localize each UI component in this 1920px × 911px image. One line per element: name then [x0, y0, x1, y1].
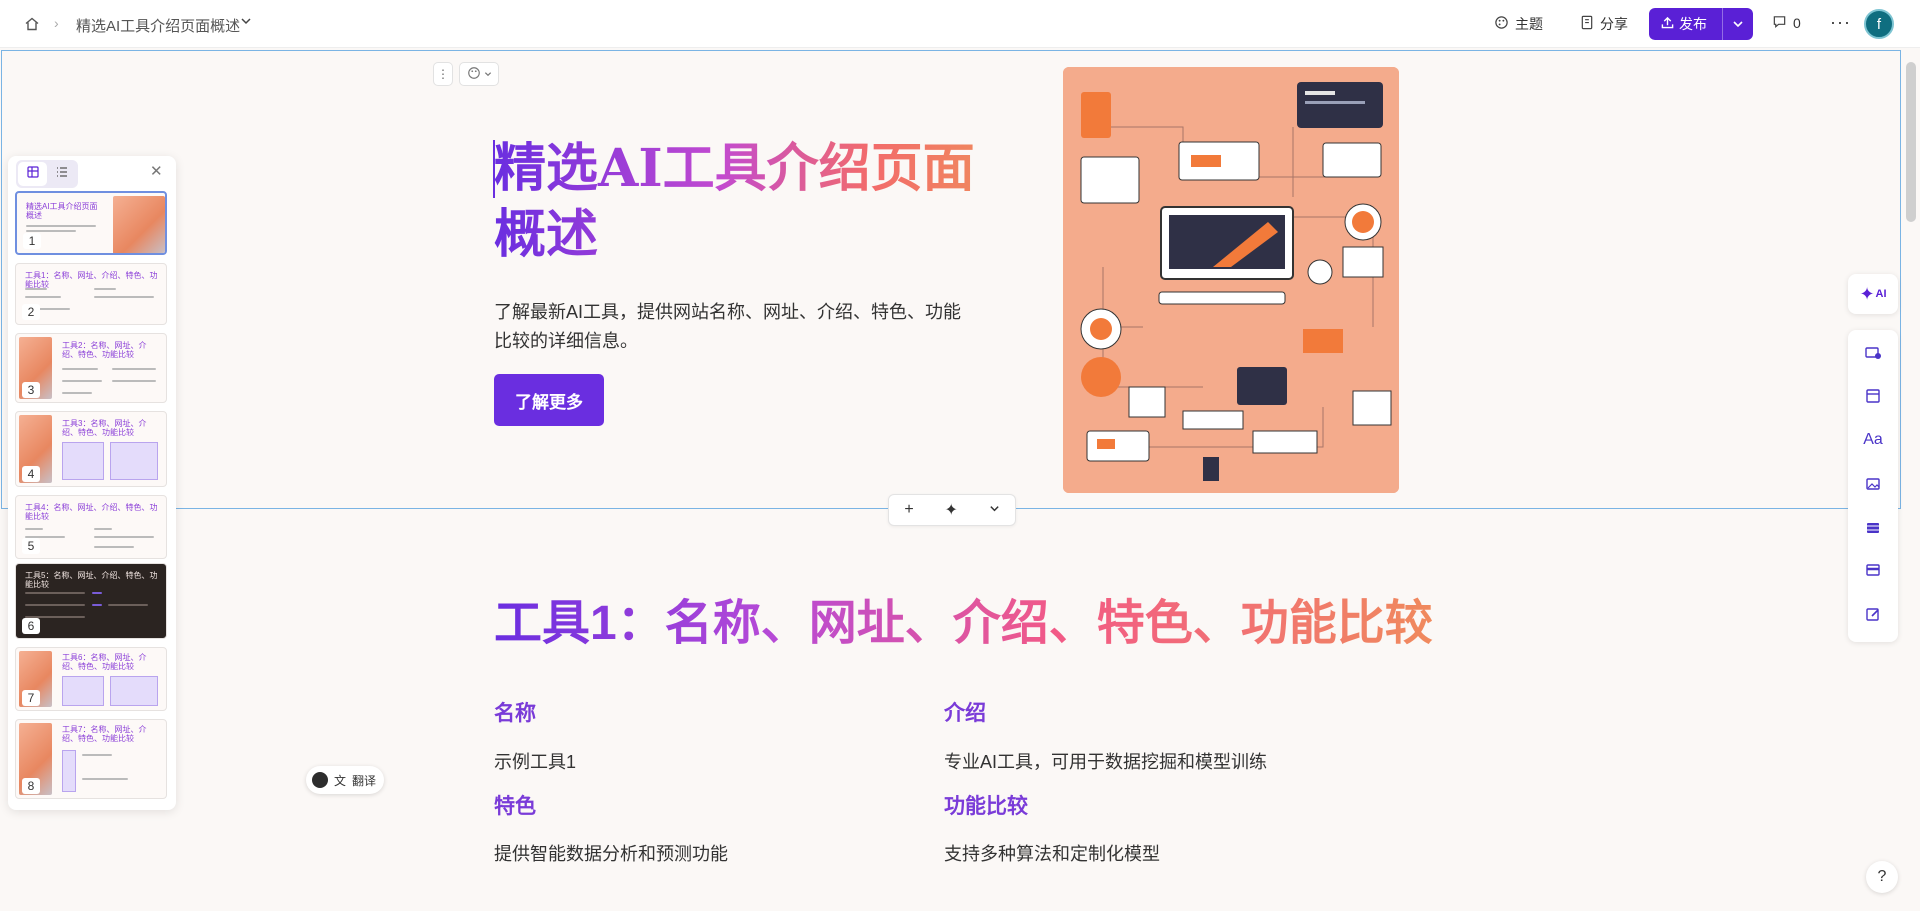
translate-logo-icon	[312, 772, 328, 788]
add-card-icon[interactable]	[1861, 340, 1885, 364]
chevron-down-icon[interactable]	[989, 501, 1000, 519]
publish-dropdown-chevron-icon[interactable]	[1723, 8, 1753, 40]
field-value-comparison[interactable]: 支持多种算法和定制化模型	[944, 840, 1160, 866]
grid-icon	[26, 165, 39, 183]
thumbnail-title: 工具2：名称、网址、介绍、特色、功能比较	[62, 341, 147, 359]
ai-sparkle-icon: ✦	[1859, 283, 1875, 304]
hero-title[interactable]: 精选AI工具介绍页面概述	[494, 136, 994, 268]
top-bar: › 精选AI工具介绍页面概述 主题 分享 发布 0 ··· f	[0, 0, 1920, 48]
insert-block-toolbar: + ✦	[888, 494, 1016, 526]
video-icon[interactable]	[1861, 516, 1885, 540]
share-icon	[1580, 15, 1594, 33]
thumbnail-number: 2	[22, 304, 40, 320]
upload-icon	[1661, 16, 1674, 32]
field-value-intro[interactable]: 专业AI工具，可用于数据挖掘和模型训练	[944, 748, 1267, 774]
close-icon[interactable]: ✕	[150, 162, 163, 180]
drag-handle-icon[interactable]: ⋮	[433, 62, 453, 86]
insert-toolbar: Aa	[1848, 330, 1898, 642]
field-label-intro[interactable]: 介绍	[944, 697, 986, 727]
thumbnail-slide-5[interactable]: 工具4：名称、网址、介绍、特色、功能比较 5	[15, 495, 167, 559]
selected-block-frame	[1, 50, 1901, 509]
thumbnail-number: 4	[22, 466, 40, 482]
home-icon[interactable]	[22, 14, 42, 34]
share-button[interactable]: 分享	[1580, 14, 1628, 34]
avatar[interactable]: f	[1864, 9, 1894, 39]
thumbnail-title: 工具1：名称、网址、介绍、特色、功能比较	[25, 271, 158, 289]
ai-sparkle-icon[interactable]: ✦	[944, 500, 957, 520]
thumbnail-slide-1[interactable]: 精选AI工具介绍页面概述 1	[15, 191, 167, 255]
list-icon	[56, 165, 68, 183]
translate-icon: 文	[334, 773, 347, 788]
translate-button[interactable]: 文 翻译	[306, 766, 384, 794]
thumbnail-title: 工具5：名称、网址、介绍、特色、功能比较	[25, 571, 158, 589]
help-button[interactable]: ?	[1866, 861, 1898, 893]
share-label: 分享	[1600, 16, 1628, 32]
field-label-name[interactable]: 名称	[494, 697, 536, 727]
add-block-icon[interactable]: +	[904, 501, 913, 519]
hero-illustration[interactable]	[1063, 67, 1399, 493]
thumbnail-number: 1	[23, 233, 41, 249]
edit-icon[interactable]	[1861, 602, 1885, 626]
palette-icon	[467, 66, 481, 83]
thumbnail-slide-3[interactable]: 工具2：名称、网址、介绍、特色、功能比较 3	[15, 333, 167, 403]
slide-thumbnails-panel: ✕ 精选AI工具介绍页面概述 1 工具1：名称、网址、介绍、特色、功能比较 2 …	[8, 156, 176, 810]
comment-count: 0	[1793, 15, 1801, 31]
thumbnail-title: 工具7：名称、网址、介绍、特色、功能比较	[62, 725, 147, 743]
comment-icon	[1772, 14, 1787, 32]
theme-button[interactable]: 主题	[1494, 14, 1543, 34]
thumbnail-title: 工具3：名称、网址、介绍、特色、功能比较	[62, 419, 147, 437]
thumbnail-title: 工具6：名称、网址、介绍、特色、功能比较	[62, 653, 147, 671]
block-style-button[interactable]	[459, 62, 499, 86]
palette-icon	[1494, 15, 1509, 33]
field-label-feature[interactable]: 特色	[494, 790, 536, 820]
chevron-down-icon[interactable]	[240, 14, 252, 32]
ai-label: AI	[1875, 288, 1887, 300]
ai-assistant-button[interactable]: ✦ AI	[1848, 274, 1898, 314]
list-view-tab[interactable]	[47, 162, 76, 186]
thumbnail-number: 5	[22, 538, 40, 554]
field-value-name[interactable]: 示例工具1	[494, 748, 576, 774]
comments-button[interactable]: 0	[1772, 14, 1801, 32]
section-title[interactable]: 工具1：名称、网址、介绍、特色、功能比较	[494, 594, 1433, 654]
layout-icon[interactable]	[1861, 384, 1885, 408]
thumbnail-number: 6	[22, 618, 40, 634]
thumbnail-number: 8	[22, 778, 40, 794]
thumbnail-slide-8[interactable]: 工具7：名称、网址、介绍、特色、功能比较 8	[15, 719, 167, 799]
thumbnail-title: 精选AI工具介绍页面概述	[26, 202, 98, 220]
thumbnail-number: 7	[22, 690, 40, 706]
thumbnail-slide-7[interactable]: 工具6：名称、网址、介绍、特色、功能比较 7	[15, 647, 167, 711]
vertical-scrollbar[interactable]	[1906, 62, 1916, 222]
thumbnail-number: 3	[22, 382, 40, 398]
hero-description[interactable]: 了解最新AI工具，提供网站名称、网址、介绍、特色、功能比较的详细信息。	[494, 298, 974, 356]
translate-label: 翻译	[352, 773, 377, 788]
field-label-comparison[interactable]: 功能比较	[944, 790, 1028, 820]
chevron-down-icon	[484, 67, 492, 81]
publish-button[interactable]: 发布	[1649, 8, 1753, 40]
thumbnail-slide-6[interactable]: 工具5：名称、网址、介绍、特色、功能比较 6	[15, 563, 167, 639]
view-toggle	[16, 160, 78, 188]
grid-view-tab[interactable]	[18, 162, 47, 186]
thumbnail-title: 工具4：名称、网址、介绍、特色、功能比较	[25, 503, 158, 521]
text-icon[interactable]: Aa	[1861, 428, 1885, 452]
more-options-icon[interactable]: ···	[1830, 12, 1851, 33]
theme-label: 主题	[1515, 16, 1543, 32]
learn-more-button[interactable]: 了解更多	[494, 374, 604, 426]
publish-label: 发布	[1679, 16, 1707, 32]
table-icon[interactable]	[1861, 558, 1885, 582]
thumbnail-slide-4[interactable]: 工具3：名称、网址、介绍、特色、功能比较 4	[15, 411, 167, 487]
image-icon[interactable]	[1861, 472, 1885, 496]
document-title[interactable]: 精选AI工具介绍页面概述	[76, 15, 240, 36]
field-value-feature[interactable]: 提供智能数据分析和预测功能	[494, 840, 728, 866]
breadcrumb-separator-icon: ›	[54, 15, 59, 31]
block-toolbar: ⋮	[433, 62, 499, 86]
thumbnail-slide-2[interactable]: 工具1：名称、网址、介绍、特色、功能比较 2	[15, 263, 167, 325]
